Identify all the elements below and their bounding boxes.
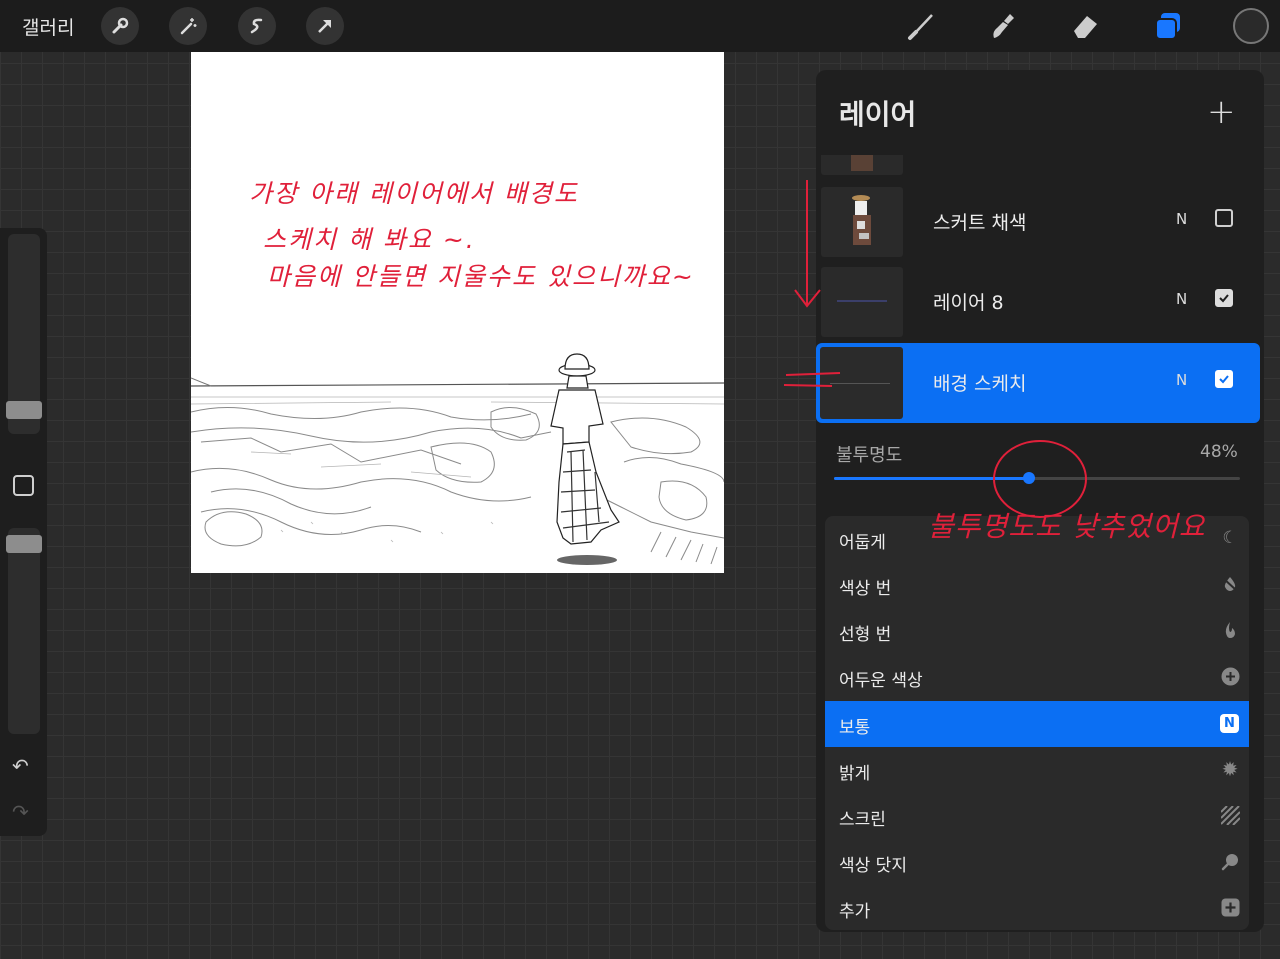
wrench-icon[interactable]	[101, 7, 139, 45]
blend-mode-linear-burn[interactable]: 선형 번	[825, 608, 1249, 654]
blend-mode-color-burn[interactable]: 색상 번	[825, 562, 1249, 608]
opacity-handwritten-note: 불투명도도 낮추었어요	[928, 510, 1206, 543]
layer-row-layer-8[interactable]: 레이어 8 N	[816, 262, 1260, 342]
layer-thumbnail-partial	[821, 155, 903, 175]
blend-mode-normal[interactable]: 보통 N	[825, 701, 1249, 747]
left-sidebar: ↶ ↷	[0, 228, 47, 836]
brush-icon[interactable]	[902, 8, 938, 44]
handwritten-note-line1: 가장 아래 레이어에서 배경도	[249, 179, 579, 208]
undo-icon[interactable]: ↶	[12, 754, 29, 778]
checkmark-icon	[1219, 375, 1229, 384]
checkmark-icon	[1219, 294, 1229, 303]
modify-button[interactable]	[13, 475, 34, 496]
blend-mode-label: 어두운 색상	[839, 671, 923, 691]
opacity-label: 불투명도	[836, 445, 903, 466]
layer-visibility-checkbox[interactable]	[1215, 289, 1233, 307]
blend-mode-darker-color[interactable]: 어두운 색상	[825, 654, 1249, 700]
normal-n-icon: N	[1220, 714, 1239, 733]
color-picker-button[interactable]	[1233, 8, 1269, 44]
smudge-icon[interactable]	[984, 8, 1020, 44]
blend-mode-label: 색상 번	[839, 579, 892, 599]
magnifier-icon	[1219, 850, 1241, 872]
layer-blend-mode[interactable]: N	[1176, 371, 1187, 389]
layer-name: 스커트 채색	[933, 212, 1027, 234]
sun-icon: ✹	[1221, 757, 1239, 781]
layer-thumbnail	[821, 267, 903, 337]
blend-mode-screen[interactable]: 스크린	[825, 793, 1249, 839]
blend-mode-label: 어둡게	[839, 533, 886, 553]
blend-mode-label: 스크린	[839, 810, 886, 830]
flame-icon	[1219, 619, 1241, 641]
gallery-button[interactable]: 갤러리	[22, 13, 74, 40]
opacity-value: 48%	[1200, 442, 1238, 462]
layer-thumbnail	[821, 187, 903, 257]
layer-name: 레이어 8	[933, 292, 1004, 314]
eraser-icon[interactable]	[1067, 8, 1103, 44]
selection-icon[interactable]	[238, 7, 276, 45]
opacity-slider-knob[interactable]	[1023, 472, 1035, 484]
drawing-canvas[interactable]: 가장 아래 레이어에서 배경도 스케치 해 봐요 ~. 마음에 안들면 지울수도…	[191, 52, 724, 573]
layer-name: 배경 스케치	[933, 373, 1027, 395]
handwritten-note-line3: 마음에 안들면 지울수도 있으니까요~	[267, 262, 695, 291]
handwritten-note-line2: 스케치 해 봐요 ~.	[263, 225, 476, 254]
blend-mode-label: 보통	[839, 718, 871, 738]
brush-size-thumb[interactable]	[6, 401, 42, 419]
moon-icon: ☾	[1222, 528, 1238, 548]
transform-arrow-icon[interactable]	[306, 7, 344, 45]
opacity-slider[interactable]	[834, 472, 1240, 484]
redo-icon[interactable]: ↷	[12, 800, 29, 824]
brush-opacity-slider[interactable]	[8, 528, 40, 734]
blend-mode-label: 밝게	[839, 764, 871, 784]
layer-row-background-sketch[interactable]: 배경 스케치 N	[816, 343, 1260, 423]
layers-icon[interactable]	[1150, 8, 1186, 44]
plus-circle-icon	[1219, 665, 1241, 687]
layer-visibility-checkbox[interactable]	[1215, 209, 1233, 227]
top-toolbar: 갤러리	[0, 0, 1280, 52]
layer-blend-mode[interactable]: N	[1176, 210, 1187, 228]
layer-visibility-checkbox[interactable]	[1215, 370, 1233, 388]
sketch-artwork	[191, 353, 724, 565]
blend-mode-add[interactable]: 추가	[825, 885, 1249, 930]
add-layer-button[interactable]: +	[1207, 92, 1236, 132]
layer-thumbnail	[820, 347, 903, 419]
layers-panel-title: 레이어	[839, 98, 917, 131]
brush-opacity-thumb[interactable]	[6, 535, 42, 553]
hatch-icon	[1219, 804, 1241, 826]
plus-square-icon	[1219, 896, 1241, 918]
blend-mode-list: 어둡게 ☾ 색상 번 선형 번 어두운 색상 보통 N 밝게 ✹ 스크린 색상 …	[825, 516, 1249, 930]
magic-wand-icon[interactable]	[169, 7, 207, 45]
layer-blend-mode[interactable]: N	[1176, 290, 1187, 308]
layer-row-skirt-color[interactable]: 스커트 채색 N	[816, 182, 1260, 262]
opacity-slider-fill	[834, 477, 1029, 480]
burn-drop-icon	[1219, 573, 1241, 595]
blend-mode-label: 색상 닷지	[839, 856, 907, 876]
blend-mode-label: 추가	[839, 902, 871, 922]
blend-mode-label: 선형 번	[839, 625, 892, 645]
blend-mode-color-dodge[interactable]: 색상 닷지	[825, 839, 1249, 885]
blend-mode-lighten[interactable]: 밝게 ✹	[825, 747, 1249, 793]
